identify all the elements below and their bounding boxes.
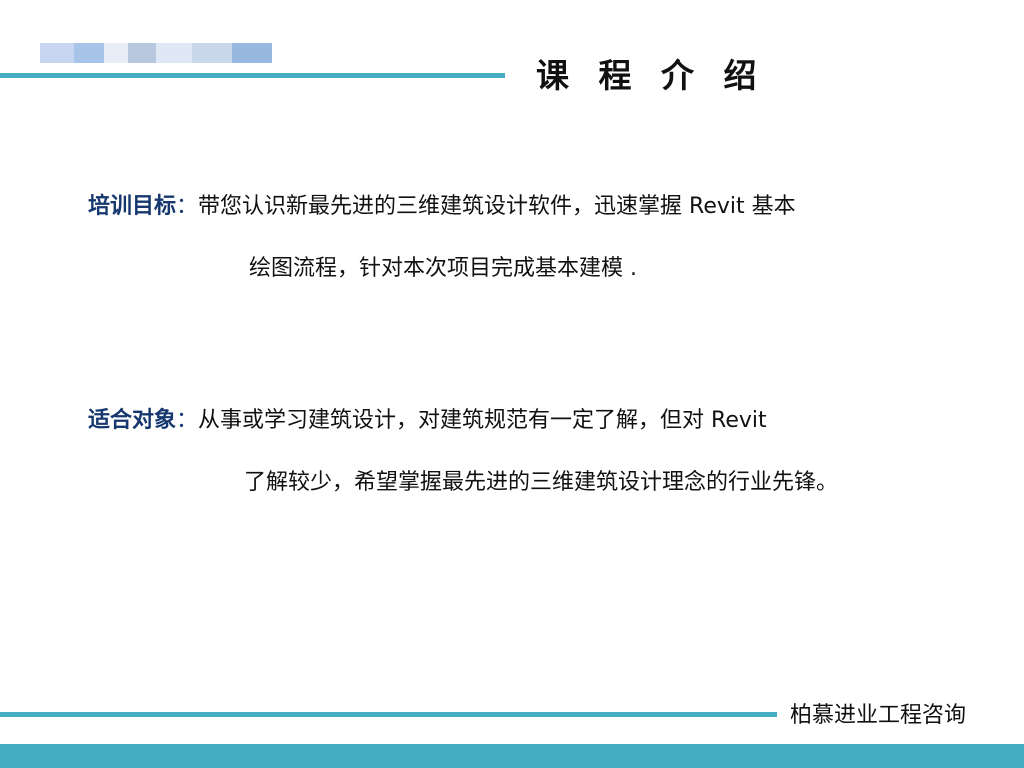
objective-label: 培训目标 [88,194,177,219]
objective-text-line-1: 带您认识新最先进的三维建筑设计软件，迅速掌握 Revit 基本 [198,194,796,219]
header-accent-rule [0,73,505,78]
audience-label: 适合对象 [88,408,177,433]
footer-company-name: 柏慕进业工程咨询 [790,703,967,728]
audience-text-line-2: 了解较少，希望掌握最先进的三维建筑设计理念的行业先锋。 [244,470,839,495]
objective-text-line-2: 绘图流程，针对本次项目完成基本建模 . [249,256,637,281]
audience-line-2: 了解较少，希望掌握最先进的三维建筑设计理念的行业先锋。 [244,467,838,499]
footer-band [0,744,1024,768]
objective-line-2: 绘图流程，针对本次项目完成基本建模 . [249,253,637,285]
audience-colon: ： [176,408,199,433]
audience-line-1: 适合对象：从事或学习建筑设计，对建筑规范有一定了解，但对 Revit [88,405,767,437]
objective-colon: ： [176,194,199,219]
slide-title: 课 程 介 绍 [536,56,766,95]
footer-accent-rule [0,712,777,717]
audience-text-line-1: 从事或学习建筑设计，对建筑规范有一定了解，但对 Revit [198,408,767,433]
company-logo [40,43,272,63]
objective-line-1: 培训目标：带您认识新最先进的三维建筑设计软件，迅速掌握 Revit 基本 [88,191,796,223]
